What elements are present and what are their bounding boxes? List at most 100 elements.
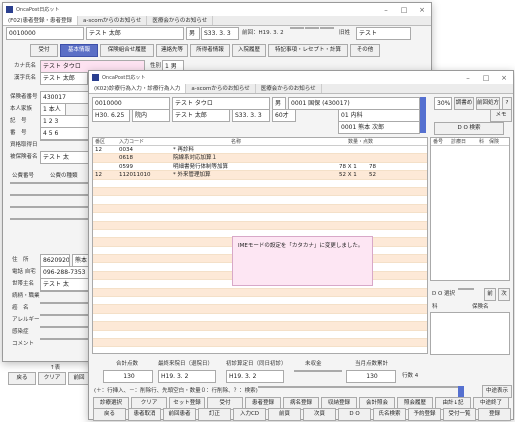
col-insurance: 保険: [489, 139, 500, 145]
tab-med-assoc-notice[interactable]: 医療会からのお知らせ: [256, 84, 322, 93]
tab-medical-entry[interactable]: (K02)診療行為入力・診療行為入力: [89, 84, 187, 93]
side-next-button[interactable]: 次: [498, 288, 510, 301]
fkey-button[interactable]: 前回患者: [163, 408, 196, 421]
grid-row[interactable]: [93, 322, 427, 331]
grid-row[interactable]: [93, 331, 427, 339]
month-total-value: 130: [346, 370, 396, 383]
grid-row[interactable]: [93, 288, 427, 298]
close-icon[interactable]: ×: [413, 6, 431, 14]
blank-field-3: [320, 27, 334, 29]
col-code: 入力コード: [119, 139, 145, 145]
command-dropdown-icon[interactable]: [458, 386, 464, 397]
date-field[interactable]: H30. 6.25: [92, 109, 130, 122]
back-clear-button[interactable]: クリア: [38, 372, 66, 385]
tab-ascom-notice[interactable]: a-scomからのお知らせ: [78, 16, 148, 25]
insurer-no-label: 保険者番号: [10, 94, 38, 100]
patient-id-field[interactable]: 0010000: [6, 27, 84, 40]
kohi-row-4[interactable]: [10, 218, 90, 220]
subtab-admission[interactable]: 入院履歴: [232, 44, 266, 57]
grid-row[interactable]: [93, 221, 427, 230]
month-total-label: 当月点数累計: [355, 361, 389, 367]
grid-row[interactable]: [93, 213, 427, 222]
minimize-icon[interactable]: –: [459, 74, 477, 82]
side-list: [430, 312, 510, 355]
tab-ascom-notice[interactable]: a-scomからのお知らせ: [186, 84, 256, 93]
acquire-date-field[interactable]: [40, 139, 90, 141]
grid-row[interactable]: [93, 180, 427, 188]
subtab-basic-info[interactable]: 基本情報: [60, 44, 98, 57]
subtab-contact[interactable]: 連絡先等: [156, 44, 188, 57]
kanji-field[interactable]: テスト 太郎: [40, 72, 88, 85]
minimize-icon[interactable]: –: [377, 6, 395, 14]
unpaid-label: 未収金: [305, 361, 322, 367]
maximize-icon[interactable]: □: [395, 6, 413, 14]
grid-cell-name: 明細書発行体制等加算: [173, 163, 229, 170]
comment-field[interactable]: [40, 338, 90, 340]
grid-cell-code: 112011010: [119, 172, 151, 179]
fkey-button[interactable]: 入力CD: [233, 408, 266, 421]
subtab-notes[interactable]: 特記事項・レセプト・計算: [268, 44, 348, 57]
close-icon[interactable]: ×: [495, 74, 513, 82]
side-ka-label: 科: [432, 304, 438, 310]
command-input[interactable]: [258, 386, 458, 388]
cancer-field[interactable]: [40, 302, 90, 304]
grid-row[interactable]: 12 112011010 * 外来管理加算 52 X 1 52: [93, 171, 427, 180]
subtab-income[interactable]: 所得者情報: [190, 44, 230, 57]
kigo-label: 記 号: [10, 118, 27, 124]
input-hint: (＋：行挿入、－：削除行、先頭空白・数量０：行削除、？：検索): [94, 388, 258, 394]
fkey-button[interactable]: 前頁: [268, 408, 301, 421]
back-return-button[interactable]: 戻る: [8, 372, 36, 385]
infection-field[interactable]: [40, 326, 90, 328]
fkey-button[interactable]: 受付一覧: [443, 408, 476, 421]
subtab-reception[interactable]: 受付: [30, 44, 58, 57]
back-prev-button[interactable]: 前回: [68, 372, 90, 385]
subtab-other[interactable]: その他: [350, 44, 380, 57]
fkey-button[interactable]: 訂正: [198, 408, 231, 421]
bango-label: 番 号: [10, 130, 27, 136]
kohi-row-1[interactable]: [10, 182, 90, 184]
kohi-row-2[interactable]: [10, 194, 90, 196]
allergy-field[interactable]: [40, 314, 90, 316]
fkey-button[interactable]: 予約登録: [408, 408, 441, 421]
do-search-button[interactable]: D O 検索: [434, 122, 504, 135]
tab-patient-registration[interactable]: (F02)患者登録・患者登録: [3, 16, 78, 25]
grid-cell-kubun: 12: [95, 172, 102, 179]
fkey-button[interactable]: 戻る: [93, 408, 126, 421]
inout-field[interactable]: 院内: [132, 109, 170, 122]
department-dropdown-icon[interactable]: [420, 109, 426, 121]
grid-row[interactable]: [93, 187, 427, 197]
blank-field-1: [290, 27, 304, 29]
tab-med-assoc-notice[interactable]: 医療会からのお知らせ: [147, 16, 214, 25]
fkey-button[interactable]: 患者取消: [128, 408, 161, 421]
address-label: 住 所: [12, 257, 29, 263]
fkey-button[interactable]: 登録: [478, 408, 511, 421]
grid-row[interactable]: [93, 204, 427, 214]
memo-button[interactable]: メモ: [490, 109, 512, 122]
fkey-button[interactable]: 氏名検索: [373, 408, 406, 421]
grid-row[interactable]: [93, 297, 427, 306]
grid-row[interactable]: [93, 305, 427, 314]
grid-row[interactable]: 0599 明細書発行体制等加算 78 X 1 78: [93, 163, 427, 172]
doctor-dropdown-icon[interactable]: [420, 121, 426, 133]
insured-name-field[interactable]: テスト 太: [40, 151, 90, 164]
kohi-row-3[interactable]: [10, 206, 90, 208]
side-prev-button[interactable]: 前: [484, 288, 496, 301]
patient-name-display: テスト 太郎: [86, 27, 184, 40]
fkey-button[interactable]: D O: [338, 408, 371, 421]
fkey-button[interactable]: 次頁: [303, 408, 336, 421]
grid-row[interactable]: [93, 338, 427, 348]
grid-cell-code: 0618: [119, 155, 133, 162]
grid-row[interactable]: [93, 314, 427, 323]
subtab-insurance-history[interactable]: 保険組合せ履歴: [100, 44, 154, 57]
prev-visit: 前回：H19. 3. 2: [242, 30, 284, 36]
grid-row[interactable]: 0618 院線系対応加算１: [93, 154, 427, 163]
chosho-button[interactable]: 調書め: [454, 97, 474, 110]
grid-row[interactable]: [93, 196, 427, 205]
subtab-bar: 受付 基本情報 保険組合せ履歴 連絡先等 所得者情報 入院履歴 特記事項・レセプ…: [20, 44, 420, 57]
doctor-select[interactable]: 0001 熊本 次郎: [338, 121, 420, 134]
grid-row[interactable]: 12 0034 * 再診料: [93, 146, 427, 155]
relation-job-field[interactable]: [40, 290, 90, 292]
col-dept: 科: [479, 139, 485, 145]
do-select-field[interactable]: [458, 288, 474, 290]
maximize-icon[interactable]: □: [477, 74, 495, 82]
